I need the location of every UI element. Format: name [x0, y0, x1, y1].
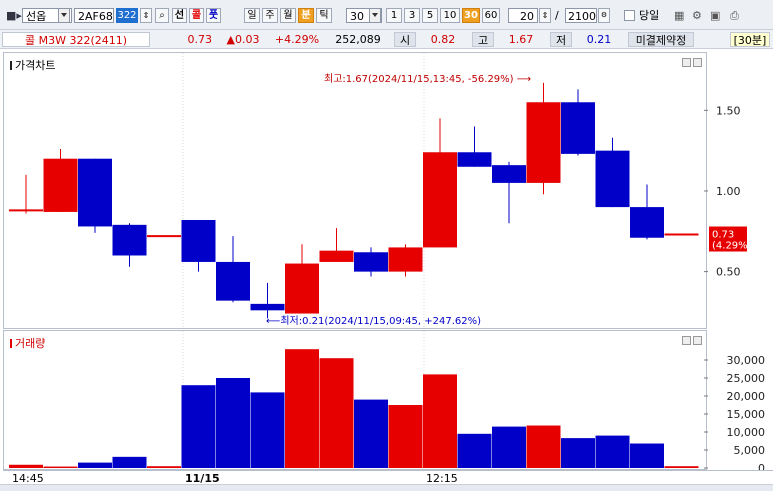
quick-interval-30[interactable]: 30	[462, 8, 480, 23]
time-axis: 14:45 11/15 12:15	[3, 470, 773, 485]
today-label: 당일	[639, 9, 660, 22]
chevron-down-icon[interactable]	[369, 8, 381, 23]
code-badge[interactable]: 322	[116, 8, 138, 23]
timeframe-badge[interactable]: [30분]	[730, 32, 770, 47]
link-icon[interactable]: ■▸	[6, 8, 22, 23]
quick-interval-10[interactable]: 10	[440, 8, 460, 23]
price-change-pct: +4.29%	[274, 33, 320, 46]
quick-interval-60[interactable]: 60	[482, 8, 500, 23]
interval-select-value: 30	[350, 10, 364, 23]
volume-y-axis	[707, 330, 773, 470]
minimize-icon[interactable]	[682, 58, 691, 67]
title-marker	[10, 339, 12, 348]
period-day-button[interactable]: 일	[244, 8, 260, 23]
price-panel-title-text: 가격차트	[15, 59, 56, 72]
open-interest-label: 미결제약정	[628, 32, 694, 47]
quote-strip: 콜 M3W 322(2411) 0.73 ▲0.03 +4.29% 252,08…	[0, 30, 773, 49]
quick-interval-1[interactable]: 1	[386, 8, 402, 23]
total-input-value: 2100	[568, 10, 596, 23]
call-button[interactable]: 콜	[189, 8, 204, 23]
settings-small-icon[interactable]: ⚙	[598, 8, 610, 23]
market-select-value: 선옵	[26, 10, 47, 23]
seon-button[interactable]: 선	[172, 8, 187, 23]
bottom-scrollbar[interactable]	[0, 484, 773, 491]
today-checkbox[interactable]	[624, 10, 635, 21]
close-icon[interactable]	[693, 58, 702, 67]
chart-window: ■▸ 선옵 2AF68 322 ⇕ ⌕ 선 콜 풋 일 주 월 분 틱 30 1…	[0, 0, 773, 491]
price-panel-controls[interactable]	[680, 57, 702, 70]
price-change: ▲0.03	[226, 33, 260, 46]
chevron-down-icon[interactable]	[58, 8, 70, 23]
gear-icon[interactable]: ⚙	[692, 8, 702, 23]
open-label: 시	[394, 32, 416, 47]
instrument-name: 콜 M3W 322(2411)	[2, 32, 150, 47]
total-input[interactable]: 2100	[565, 8, 597, 23]
price-panel: 가격차트	[3, 52, 707, 329]
period-minute-button[interactable]: 분	[298, 8, 314, 23]
quick-interval-3[interactable]: 3	[404, 8, 420, 23]
print-icon[interactable]: ⎙	[730, 8, 739, 23]
quick-interval-5[interactable]: 5	[422, 8, 438, 23]
current-price: 0.73	[187, 33, 213, 46]
code-input-value: 2AF68	[78, 10, 113, 23]
high-label: 고	[472, 32, 494, 47]
count-input-value: 20	[520, 10, 534, 23]
volume-panel: 거래량	[3, 330, 707, 470]
high-value: 1.67	[508, 33, 534, 46]
volume-panel-controls[interactable]	[680, 335, 702, 348]
window-icon[interactable]: ▣	[710, 8, 720, 23]
title-marker	[10, 61, 12, 70]
code-input[interactable]: 2AF68	[74, 8, 114, 23]
open-value: 0.82	[430, 33, 456, 46]
period-month-button[interactable]: 월	[280, 8, 296, 23]
close-icon[interactable]	[693, 336, 702, 345]
period-tick-button[interactable]: 틱	[316, 8, 332, 23]
price-panel-title: 가격차트	[10, 57, 55, 73]
volume-panel-title: 거래량	[10, 335, 45, 351]
count-separator: /	[555, 9, 559, 22]
magnifier-icon[interactable]: ⌕	[155, 8, 169, 23]
period-week-button[interactable]: 주	[262, 8, 278, 23]
minimize-icon[interactable]	[682, 336, 691, 345]
volume-panel-title-text: 거래량	[15, 337, 46, 350]
low-value: 0.21	[586, 33, 612, 46]
price-y-axis	[707, 52, 773, 329]
count-input[interactable]: 20	[508, 8, 538, 23]
spin-up-down-icon[interactable]: ⇕	[140, 8, 152, 23]
spin-up-down-icon[interactable]: ⇕	[539, 8, 551, 23]
low-label: 저	[550, 32, 572, 47]
main-toolbar: ■▸ 선옵 2AF68 322 ⇕ ⌕ 선 콜 풋 일 주 월 분 틱 30 1…	[0, 0, 773, 30]
volume-total: 252,089	[335, 33, 381, 46]
calculator-icon[interactable]: ▦	[674, 8, 684, 23]
put-button[interactable]: 풋	[206, 8, 221, 23]
